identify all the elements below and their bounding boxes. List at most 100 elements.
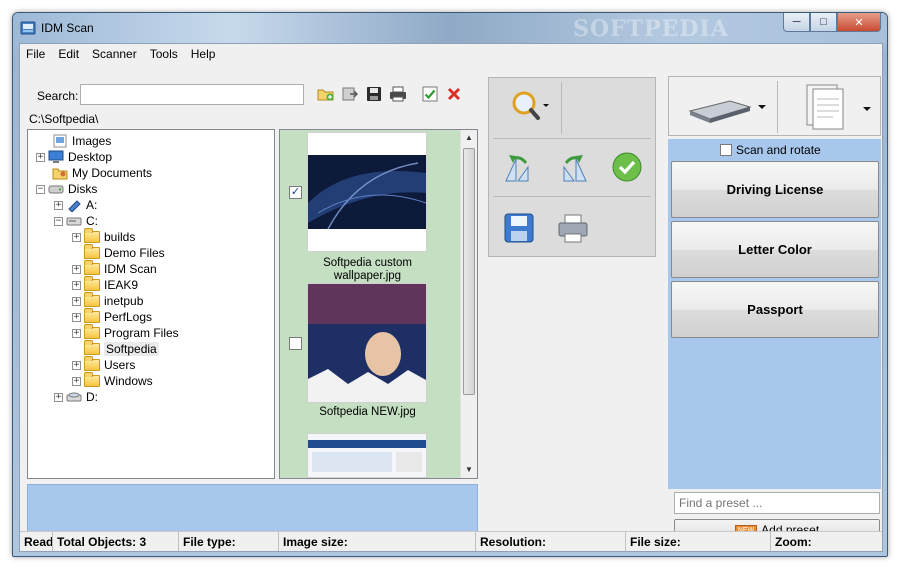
status-ready: Ready [20, 532, 53, 551]
folder-icon [84, 260, 100, 275]
new-folder-button[interactable] [315, 83, 337, 105]
title-bar[interactable]: IDM Scan SOFTPEDIA ─ □ ✕ [13, 13, 887, 43]
tree-label: A: [86, 198, 98, 212]
thumbnail-list[interactable]: ✓ Softpedia custom wallpaper.jpg Softped… [279, 129, 478, 479]
rotate-right-button[interactable] [551, 146, 595, 188]
thumbnail-image[interactable] [307, 132, 427, 252]
thumbnail-scrollbar[interactable]: ▲ ▼ [460, 130, 477, 478]
minimize-button[interactable]: ─ [783, 13, 810, 32]
floppy-drive-icon [68, 200, 81, 212]
scan-rotate-label: Scan and rotate [736, 143, 821, 157]
tree-folder-ieak9[interactable]: + IEAK9 [72, 276, 139, 293]
folder-icon [84, 228, 100, 243]
folder-icon [84, 324, 100, 339]
preset-driving-license[interactable]: Driving License [671, 161, 879, 218]
tree-label: Desktop [68, 150, 113, 164]
tree-item-drive-a[interactable]: + A: [54, 197, 97, 213]
status-file-size: File size: [626, 532, 771, 551]
expand-icon[interactable]: + [72, 376, 81, 386]
menu-scanner[interactable]: Scanner [86, 44, 144, 64]
menu-help[interactable]: Help [185, 44, 223, 64]
tree-folder-inetpub[interactable]: + inetpub [72, 292, 143, 309]
export-button[interactable] [339, 83, 361, 105]
rotate-left-icon [505, 155, 529, 182]
close-icon: ✕ [854, 16, 864, 29]
tree-item-desktop[interactable]: + Desktop [36, 149, 112, 165]
preset-letter-color[interactable]: Letter Color [671, 221, 879, 278]
menu-tools[interactable]: Tools [144, 44, 185, 64]
check-icon [422, 86, 438, 102]
scroll-down-icon[interactable]: ▼ [465, 465, 473, 474]
expand-icon[interactable]: + [72, 296, 81, 306]
scan-rotate-option[interactable]: Scan and rotate [720, 143, 821, 157]
tree-folder-idm-scan[interactable]: + IDM Scan [72, 260, 157, 277]
tree-folder-demo-files[interactable]: Demo Files [72, 244, 165, 261]
accept-button[interactable] [605, 146, 649, 188]
window-controls: ─ □ ✕ [783, 13, 881, 33]
preset-passport[interactable]: Passport [671, 281, 879, 338]
collapse-icon[interactable]: − [54, 216, 63, 226]
expand-icon[interactable]: + [36, 152, 45, 162]
tree-item-drive-d[interactable]: + D: [54, 389, 98, 405]
menu-bar: File Edit Scanner Tools Help [20, 44, 882, 64]
close-button[interactable]: ✕ [837, 13, 881, 32]
expand-icon[interactable]: + [72, 328, 81, 338]
print-icon [390, 86, 406, 102]
expand-icon[interactable]: + [72, 312, 81, 322]
expand-icon[interactable]: + [72, 280, 81, 290]
find-preset-input[interactable] [674, 492, 880, 514]
expand-icon[interactable]: + [54, 392, 63, 402]
scroll-up-icon[interactable]: ▲ [465, 133, 473, 142]
tree-label: IEAK9 [104, 278, 139, 292]
tree-label: Windows [104, 374, 153, 388]
zoom-button[interactable] [497, 86, 561, 126]
check-button[interactable] [419, 83, 441, 105]
scan-rotate-checkbox[interactable] [720, 144, 732, 156]
expand-icon[interactable]: + [54, 200, 63, 210]
expand-icon[interactable]: + [72, 232, 81, 242]
tree-folder-perflogs[interactable]: + PerfLogs [72, 308, 152, 325]
status-total-objects: Total Objects: 3 [53, 532, 179, 551]
thumbnail-checkbox[interactable] [289, 337, 302, 350]
tree-label: D: [86, 390, 98, 404]
tree-item-images[interactable]: Images [40, 133, 111, 149]
rotate-right-icon [563, 155, 587, 182]
expand-icon[interactable]: + [72, 360, 81, 370]
tree-label: My Documents [72, 166, 153, 180]
tree-item-my-documents[interactable]: My Documents [40, 165, 152, 181]
scan-button[interactable] [551, 206, 595, 250]
disks-icon [48, 185, 64, 194]
folder-tree[interactable]: Images + Desktop My Documents − Disks + … [27, 129, 275, 479]
menu-file[interactable]: File [20, 44, 52, 64]
document-type-button[interactable] [781, 81, 879, 133]
thumbnail-image[interactable] [307, 433, 427, 478]
collapse-icon[interactable]: − [36, 184, 45, 194]
wallpaper-thumbnail-icon [308, 155, 427, 230]
save-icon [367, 87, 381, 101]
tree-item-drive-c[interactable]: − C: [54, 213, 98, 229]
thumbnail-checkbox[interactable]: ✓ [289, 186, 302, 199]
tree-item-disks[interactable]: − Disks [36, 181, 97, 197]
tree-label: Users [104, 358, 136, 372]
search-label: Search: [37, 89, 79, 103]
maximize-button[interactable]: □ [810, 13, 837, 32]
print-button[interactable] [387, 83, 409, 105]
tree-folder-users[interactable]: + Users [72, 356, 136, 373]
thumbnail-image[interactable] [307, 283, 427, 403]
search-input[interactable] [80, 84, 304, 105]
preset-list: Scan and rotate Driving License Letter C… [668, 139, 881, 489]
tree-folder-program-files[interactable]: + Program Files [72, 324, 179, 341]
tree-folder-windows[interactable]: + Windows [72, 372, 153, 389]
tree-folder-softpedia[interactable]: Softpedia [72, 340, 159, 357]
my-documents-icon [52, 168, 68, 180]
rotate-left-button[interactable] [497, 146, 541, 188]
scroll-thumb[interactable] [463, 148, 475, 395]
tree-folder-builds[interactable]: + builds [72, 228, 135, 245]
delete-button[interactable] [443, 83, 465, 105]
scanner-select-button[interactable] [673, 81, 773, 133]
save-image-button[interactable] [497, 206, 541, 250]
thumbnail-caption: Softpedia custom wallpaper.jpg [323, 257, 412, 282]
expand-icon[interactable]: + [72, 264, 81, 274]
menu-edit[interactable]: Edit [52, 44, 86, 64]
save-button[interactable] [363, 83, 385, 105]
